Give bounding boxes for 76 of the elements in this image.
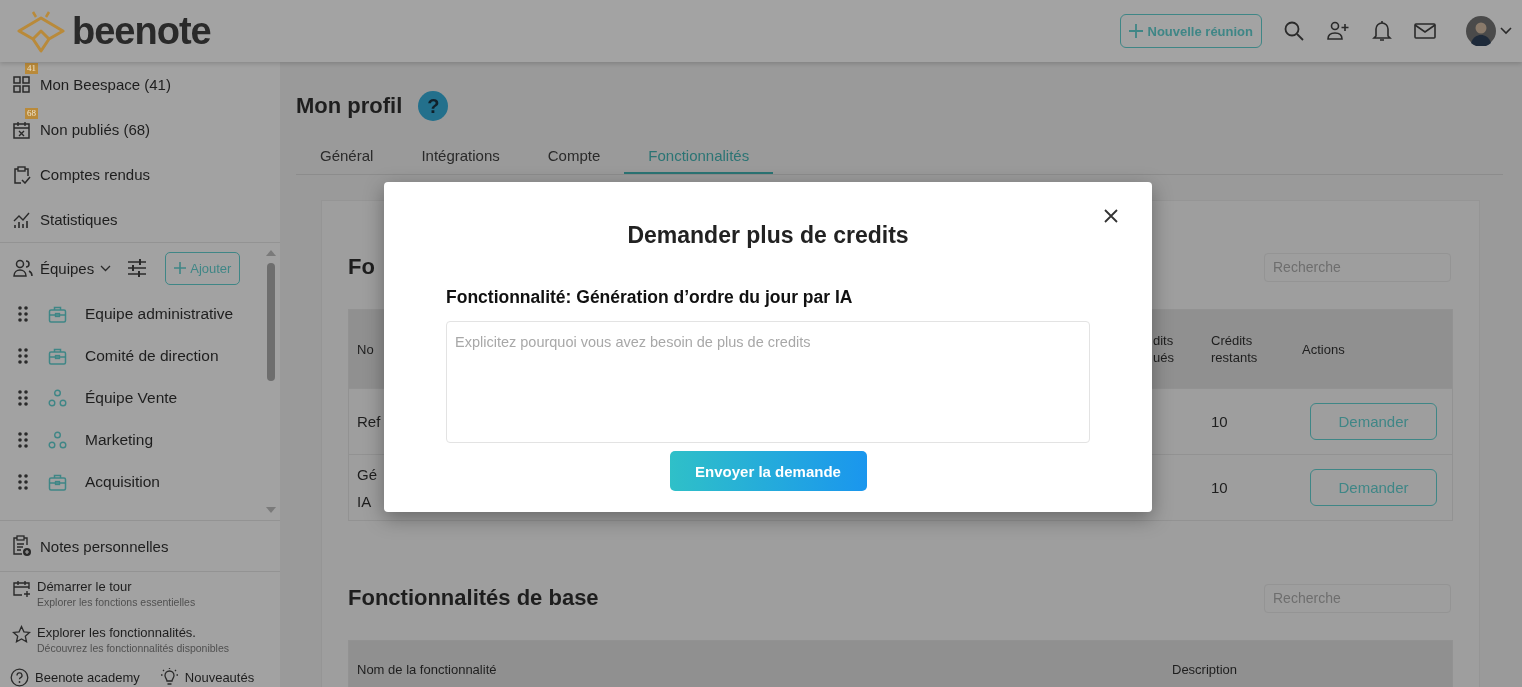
guide-description: Découvrez les fonctionnalités disponibles [37,642,230,654]
chevron-down-icon[interactable] [1500,27,1512,35]
team-item[interactable]: Acquisition [85,473,160,491]
avatar[interactable] [1466,16,1496,46]
close-icon[interactable] [1104,209,1118,223]
footer-link[interactable]: Beenote academy [35,670,140,685]
briefcase-icon [48,304,67,324]
briefcase-icon [48,346,67,366]
sidebar-item-label: Notes personnelles [40,537,169,555]
drag-handle-icon[interactable] [18,432,28,448]
tab[interactable]: Compte [523,138,625,174]
drag-handle-icon[interactable] [18,390,28,406]
sidebar-item[interactable]: Comptes rendus [0,152,280,197]
drag-handle-icon[interactable] [18,474,28,490]
notes-icon [12,535,31,557]
briefcase-icon [48,472,67,492]
drag-handle-icon[interactable] [18,306,28,322]
star-icon [12,625,31,644]
people-icon [48,388,67,408]
team-item[interactable]: Comité de direction [85,347,219,365]
people-icon [48,430,67,450]
column-header: No [357,340,374,358]
teams-dropdown[interactable]: Équipes [40,259,95,277]
bell-icon[interactable] [1372,20,1392,42]
clipboard-icon [12,165,31,184]
search-icon[interactable] [1284,21,1304,41]
section-title: Fonctionnalités de base [348,585,599,611]
page-title: Mon profil [296,93,403,119]
chevron-down-icon[interactable] [100,264,112,272]
column-header: dits ués [1153,332,1174,366]
plus-icon [1128,24,1143,38]
guide-link[interactable]: Démarrer le tour [37,579,196,594]
sidebar-item-label: Mon Beespace (41) [40,76,171,93]
sidebar-item[interactable]: Statistiques [0,197,280,242]
team-item[interactable]: Marketing [85,431,154,449]
calendar-icon [12,120,31,139]
people-icon[interactable] [12,258,34,278]
column-header: Actions [1302,340,1345,358]
sidebar-item-label: Statistiques [40,211,118,228]
guide-description: Explorer les fonctions essentielles [37,596,196,608]
chart-icon [12,210,31,229]
team-item[interactable]: Equipe administrative [85,305,234,323]
section-title: Fo [348,254,375,280]
table-cell-text: 10 [1211,412,1228,432]
help-icon [10,668,29,687]
plus-icon [174,262,187,274]
calendar-plus-icon [12,579,31,598]
lightbulb-icon [159,668,179,687]
count-badge: 41 [25,63,38,74]
grid-icon [12,75,31,94]
drag-handle-icon[interactable] [18,348,28,364]
sidebar-item-label: Non publiés (68) [40,121,151,138]
sidebar-item[interactable]: Notes personnelles [0,521,280,571]
bee-logo-icon [16,9,66,53]
dialog-title: Demander plus de credits [627,222,909,249]
footer-link[interactable]: Nouveautés [184,670,255,685]
column-header: Description [1172,660,1238,678]
table-cell-text: Gé IA [357,464,377,512]
tab[interactable]: Général [296,138,398,174]
sidebar-item-label: Comptes rendus [40,166,151,183]
guide-link[interactable]: Explorer les fonctionnalités. [37,625,230,640]
reason-field[interactable]: Explicitez pourquoi vous avez besoin de plus de credits [446,321,1090,443]
logo-wordmark: beenote [72,9,211,53]
sidebar-item[interactable]: 68 Non publiés (68) [0,107,280,152]
mail-icon[interactable] [1414,22,1436,40]
add-user-icon[interactable] [1326,21,1350,41]
count-badge: 68 [25,108,38,119]
field-label: Fonctionnalité: Génération d’ordre du jour par IA [446,287,853,308]
filter-icon[interactable] [127,259,148,277]
tab[interactable]: Intégrations [397,138,524,174]
sidebar-item[interactable]: 41 Mon Beespace (41) [0,62,280,107]
team-item[interactable]: Équipe Vente [85,389,178,407]
column-header: Nom de la fonctionnalité [357,660,497,678]
table-cell-text: Ref [357,412,381,432]
table-cell-text: 10 [1211,478,1228,498]
column-header: Crédits restants [1211,332,1259,366]
